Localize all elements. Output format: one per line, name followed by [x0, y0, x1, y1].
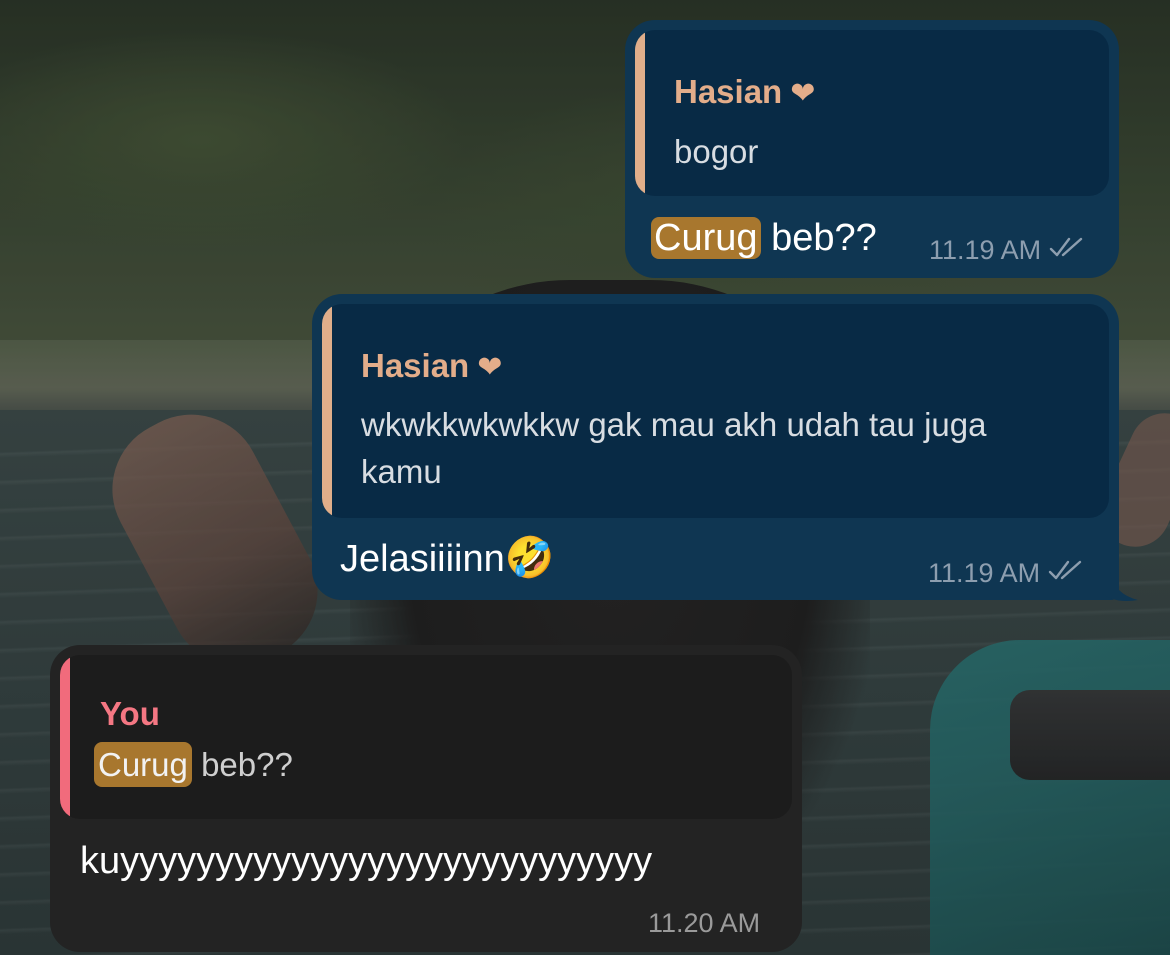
bubble-tail: [1100, 572, 1138, 601]
rofl-emoji-icon: 🤣: [504, 536, 555, 580]
heart-icon: ❤: [790, 77, 816, 110]
reply-sender-name: Hasian: [361, 347, 470, 384]
reply-text-line: kamu: [361, 453, 442, 490]
reply-text: bogor: [674, 133, 759, 170]
message-text: Curug beb??: [651, 214, 877, 262]
reply-accent-bar: [635, 30, 645, 196]
message-meta: 11.19 AM: [929, 235, 1083, 266]
reply-sender: Hasian ❤: [361, 346, 502, 388]
message-bubble-incoming[interactable]: You Curug beb?? kuyyyyyyyyyyyyyyyyyyyyyy…: [50, 645, 802, 952]
reply-preview[interactable]: Hasian ❤ wkwkkwkwkkw gak mau akh udah tau…: [322, 304, 1109, 518]
search-highlight: Curug: [94, 742, 192, 787]
message-time: 11.20 AM: [648, 908, 761, 938]
reply-text: Curug beb??: [94, 741, 293, 788]
reply-accent-bar: [322, 304, 332, 518]
message-bubble-outgoing[interactable]: Hasian ❤ wkwkkwkwkkw gak mau akh udah tau…: [312, 294, 1119, 600]
reply-accent-bar: [60, 655, 70, 819]
message-text: Jelasiiiinn🤣: [340, 534, 555, 583]
message-text-rest: beb??: [771, 217, 877, 259]
reply-preview[interactable]: You Curug beb??: [60, 655, 792, 819]
reply-text-line: wkwkkwkwkkw gak mau akh udah tau juga: [361, 406, 987, 443]
heart-icon: ❤: [477, 351, 503, 384]
double-check-icon: [1049, 235, 1083, 266]
reply-sender-name: You: [100, 695, 160, 732]
reply-sender-name: Hasian: [674, 73, 783, 110]
message-text-body: Jelasiiiinn: [340, 538, 505, 580]
reply-sender: Hasian ❤: [674, 72, 815, 114]
search-highlight: Curug: [651, 217, 761, 259]
reply-text-rest: beb??: [201, 746, 293, 783]
double-check-icon: [1048, 558, 1082, 589]
message-bubble-outgoing[interactable]: Hasian ❤ bogor Curug beb?? 11.19 AM: [625, 20, 1119, 278]
message-text: kuyyyyyyyyyyyyyyyyyyyyyyyyyyyy: [80, 840, 653, 882]
message-time: 11.19 AM: [928, 558, 1041, 588]
reply-text: wkwkkwkwkkw gak mau akh udah tau juga ka…: [361, 401, 986, 495]
message-meta: 11.19 AM: [928, 558, 1082, 589]
reply-preview[interactable]: Hasian ❤ bogor: [635, 30, 1109, 196]
message-time: 11.19 AM: [929, 235, 1042, 265]
